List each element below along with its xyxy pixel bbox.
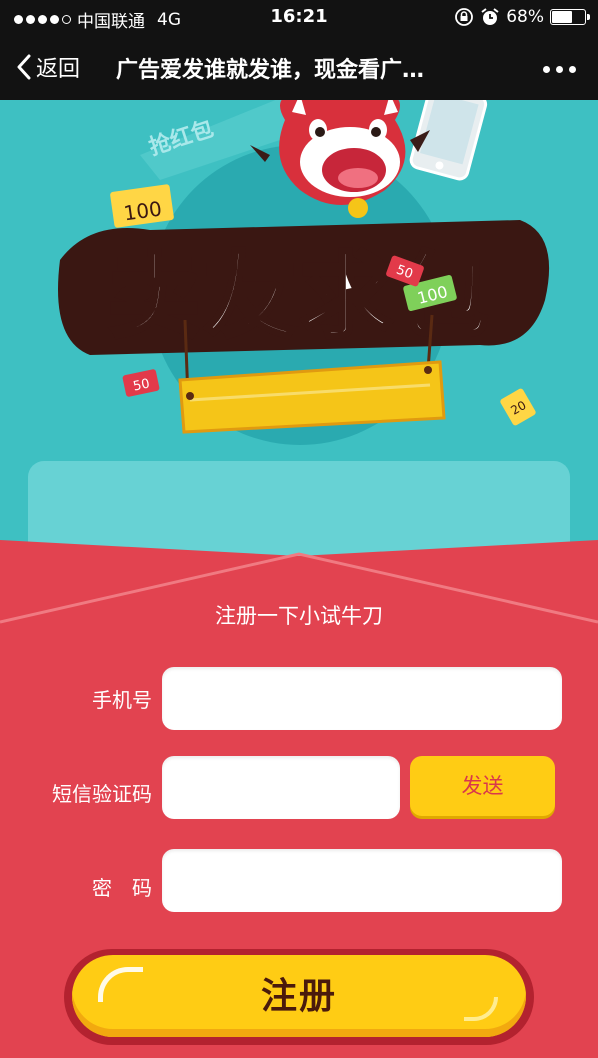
app-root: 中国联通 4G 16:21 68% 返回 广告爱发谁就发谁，现金看广… 抢红包 …: [0, 0, 598, 1058]
password-label: 密 码: [92, 876, 152, 900]
code-label: 短信验证码: [52, 782, 152, 806]
status-right: 68%: [454, 7, 590, 27]
alarm-icon: [481, 8, 499, 25]
back-label: 返回: [36, 57, 81, 82]
lock-rotation-icon: [455, 8, 474, 26]
more-dots-icon[interactable]: [543, 66, 576, 73]
register-button[interactable]: 注册: [72, 955, 526, 1037]
register-label: 注册: [260, 976, 337, 1017]
back-button[interactable]: 返回: [16, 51, 80, 83]
battery-percent: 68%: [506, 7, 544, 27]
nav-bar: 返回 广告爱发谁就发谁，现金看广…: [0, 34, 598, 100]
form-title: 注册一下小试牛刀: [215, 604, 383, 628]
battery-icon: [550, 9, 590, 25]
page-title: 广告爱发谁就发谁，现金看广…: [116, 58, 425, 83]
back-chevron-icon: [17, 54, 31, 80]
status-bar: 中国联通 4G 16:21 68%: [0, 0, 598, 34]
verification-code-input[interactable]: [162, 756, 400, 819]
phone-label: 手机号: [92, 688, 152, 712]
send-code-button[interactable]: 发送: [410, 756, 555, 816]
password-input[interactable]: [162, 849, 562, 912]
phone-input[interactable]: [162, 667, 562, 730]
banner-logo: 卖友求包: [58, 220, 550, 355]
battery-level: [552, 11, 572, 23]
